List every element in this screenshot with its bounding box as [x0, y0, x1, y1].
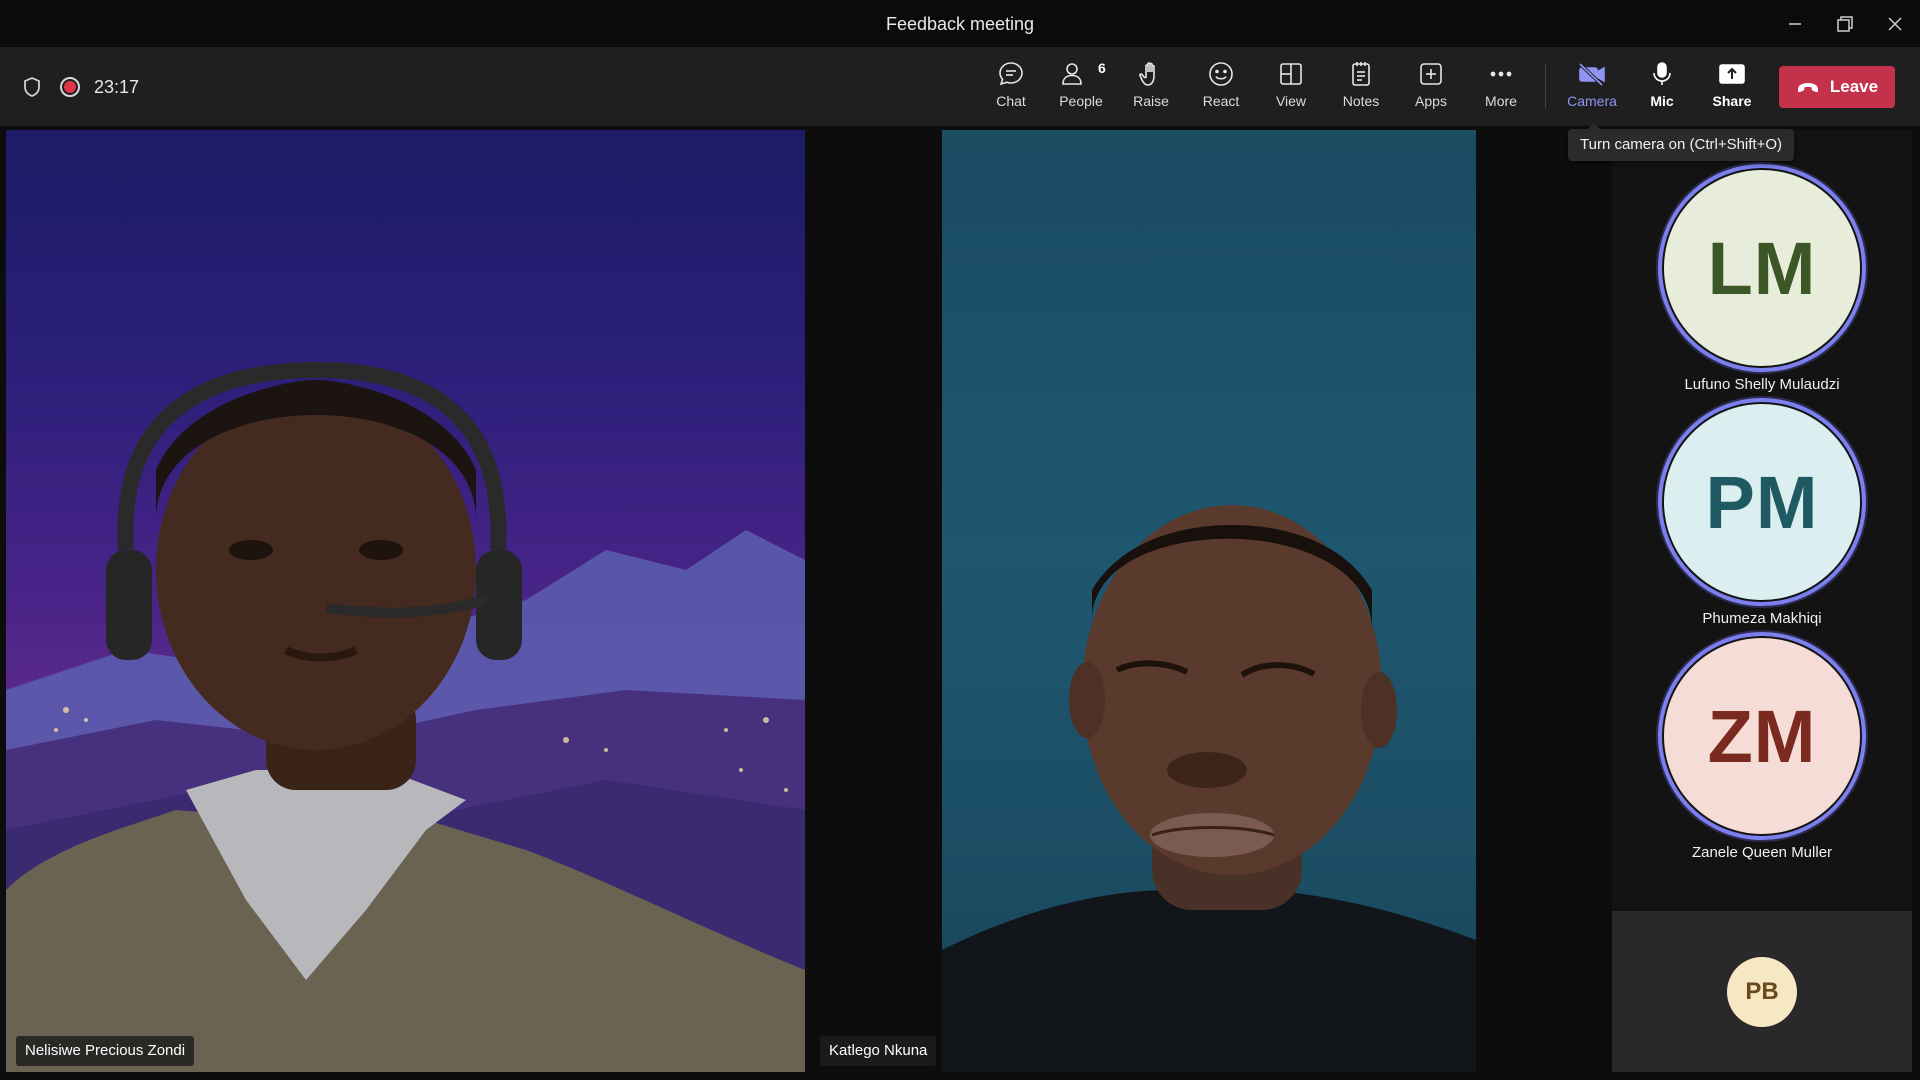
raise-hand-button[interactable]: Raise [1119, 58, 1183, 118]
view-button[interactable]: View [1259, 58, 1323, 118]
hang-up-icon [1797, 83, 1818, 93]
avatar: PM [1664, 404, 1860, 600]
participant-card[interactable]: LM Lufuno Shelly Mulaudzi [1612, 164, 1912, 394]
share-button[interactable]: Share [1700, 58, 1764, 118]
react-label: React [1202, 93, 1240, 109]
people-button[interactable]: 6 People [1049, 58, 1113, 118]
smiley-icon [1209, 62, 1233, 86]
chat-button[interactable]: Chat [979, 58, 1043, 118]
restore-icon [1837, 16, 1853, 32]
participant-name-tag: Nelisiwe Precious Zondi [16, 1036, 195, 1066]
camera-off-icon [1578, 62, 1605, 87]
video-tile-1[interactable]: Nelisiwe Precious Zondi [6, 130, 805, 1072]
chat-icon [999, 62, 1023, 86]
close-button[interactable] [1870, 0, 1920, 48]
avatar: LM [1664, 170, 1860, 366]
minimize-icon [1789, 23, 1801, 25]
leave-button[interactable]: Leave [1779, 66, 1895, 108]
participant-name-tag: Katlego Nkuna [820, 1036, 937, 1066]
people-label: People [1059, 93, 1103, 109]
meeting-timer: 23:17 [94, 76, 140, 97]
meeting-stage: Nelisiwe Precious Zondi Katlego Nkuna LM… [0, 126, 1920, 1080]
raise-hand-icon [1139, 62, 1155, 86]
notes-icon [1352, 62, 1370, 86]
avatar-ring: LM [1658, 164, 1866, 372]
notes-label: Notes [1342, 93, 1380, 109]
avatar: ZM [1664, 638, 1860, 834]
video-feed-2 [942, 505, 1476, 1072]
mic-button[interactable]: Mic [1630, 58, 1694, 118]
layout-icon [1280, 63, 1302, 85]
view-label: View [1275, 93, 1307, 109]
camera-label: Camera [1567, 93, 1617, 109]
recording-icon[interactable] [60, 77, 80, 97]
meeting-toolbar: 23:17 Chat 6 People Raise React View Not… [0, 48, 1920, 126]
participant-name: Phumeza Makhiqi [1702, 610, 1822, 627]
participant-card[interactable]: ZM Zanele Queen Muller [1612, 632, 1912, 862]
react-button[interactable]: React [1189, 58, 1253, 118]
add-app-icon [1420, 63, 1442, 85]
raise-label: Raise [1133, 93, 1169, 109]
more-label: More [1485, 93, 1517, 109]
video-tile-2[interactable] [942, 130, 1476, 1072]
more-button[interactable]: More [1469, 58, 1533, 118]
leave-label: Leave [1829, 77, 1879, 96]
share-label: Share [1712, 93, 1752, 109]
mic-label: Mic [1650, 93, 1674, 109]
apps-button[interactable]: Apps [1399, 58, 1463, 118]
participant-name: Lufuno Shelly Mulaudzi [1684, 376, 1840, 393]
toolbar-divider [1545, 64, 1546, 108]
apps-label: Apps [1415, 93, 1447, 109]
share-screen-icon [1719, 64, 1745, 84]
notes-button[interactable]: Notes [1329, 58, 1393, 118]
video-feed-1 [6, 361, 805, 1072]
people-count: 6 [1098, 60, 1106, 76]
shield-icon[interactable] [22, 76, 42, 98]
avatar-ring: PM [1658, 398, 1866, 606]
window-title: Feedback meeting [885, 14, 1035, 34]
participant-card[interactable]: PM Phumeza Makhiqi [1612, 398, 1912, 628]
chat-label: Chat [996, 93, 1026, 109]
participant-name: Zanele Queen Muller [1691, 844, 1833, 861]
people-icon [1062, 63, 1082, 85]
close-icon [1888, 17, 1902, 31]
title-bar: Feedback meeting [0, 0, 1920, 48]
participant-tile[interactable]: PB [1612, 911, 1912, 1072]
camera-button[interactable]: Camera [1560, 58, 1624, 118]
avatar-ring: ZM [1658, 632, 1866, 840]
more-icon [1490, 71, 1512, 77]
avatar: PB [1727, 956, 1797, 1027]
minimize-button[interactable] [1770, 0, 1820, 48]
camera-tooltip: Turn camera on (Ctrl+Shift+O) [1568, 123, 1795, 161]
microphone-icon [1653, 62, 1671, 85]
restore-button[interactable] [1820, 0, 1870, 48]
participant-rail: LM Lufuno Shelly Mulaudzi PM Phumeza Mak… [1612, 130, 1912, 1072]
